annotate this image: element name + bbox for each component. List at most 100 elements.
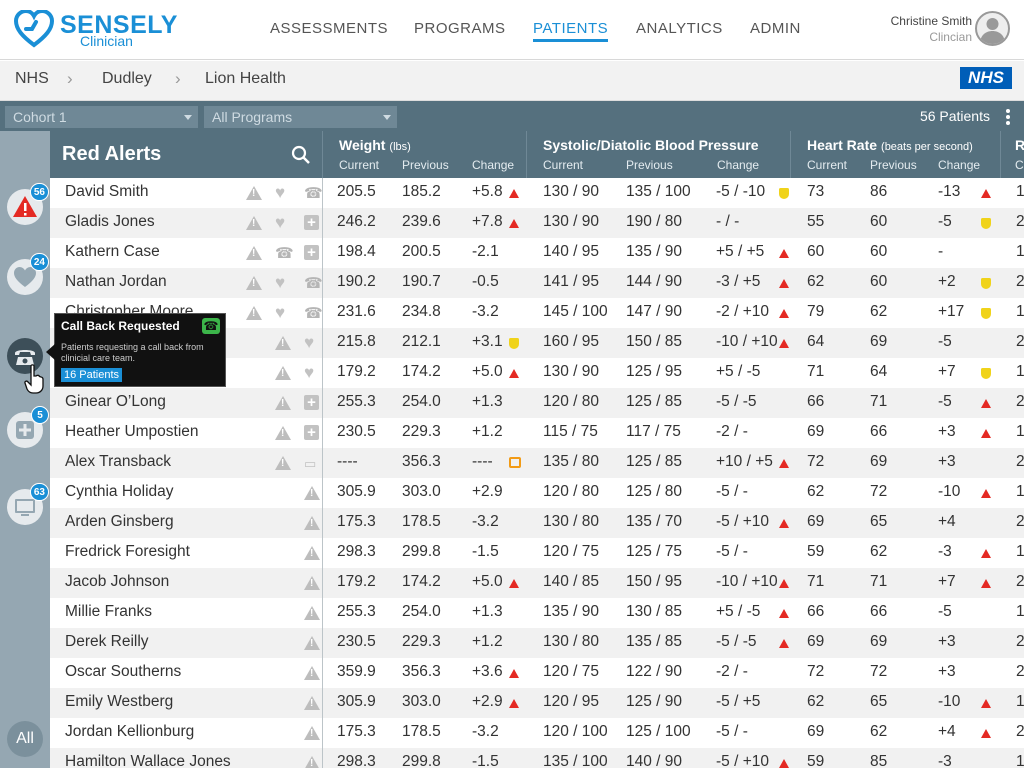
patient-name[interactable]: Heather Umpostien xyxy=(65,423,199,441)
bp-change: +5 / -5 xyxy=(716,363,761,380)
table-row[interactable]: Fredrick Foresight 298.3 299.8 -1.5 120 / 75… xyxy=(50,538,1024,568)
table-row[interactable]: David Smith ♥ ☎ 205.5 185.2 +5.8 130 / 90 135 /… xyxy=(50,178,1024,208)
rail-device-button[interactable]: 63 xyxy=(7,483,49,525)
bp-current: 120 / 95 xyxy=(543,693,600,710)
weight-change: -1.5 xyxy=(472,753,499,768)
table-row[interactable]: Nathan Jordan ♥ ☎ 190.2 190.7 -0.5 141 / 95 144… xyxy=(50,268,1024,298)
table-row[interactable]: Millie Franks 255.3 254.0 +1.3 135 / 90 130 /… xyxy=(50,598,1024,628)
patient-name[interactable]: David Smith xyxy=(65,183,149,201)
weight-previous: 212.1 xyxy=(402,333,441,350)
cohort-select[interactable]: Cohort 1 xyxy=(5,106,198,128)
table-row[interactable]: Kathern Case ☎ +198.4 200.5 -2.1 140 / 95 135 … xyxy=(50,238,1024,268)
nav-assessments[interactable]: ASSESSMENTS xyxy=(270,20,388,37)
weight-current: 198.4 xyxy=(337,243,376,260)
hr-previous: 85 xyxy=(870,753,888,768)
red-alert-icon xyxy=(779,579,789,588)
patient-name[interactable]: Derek Reilly xyxy=(65,633,149,651)
column-divider xyxy=(322,178,323,768)
weight-current-header[interactable]: Current xyxy=(339,158,379,172)
table-row[interactable]: Emily Westberg 305.9 303.0 +2.9 120 / 95 125 … xyxy=(50,688,1024,718)
bp-previous: 125 / 80 xyxy=(626,483,683,500)
bp-change-header[interactable]: Change xyxy=(717,158,759,172)
table-row[interactable]: Oscar Southerns 359.9 356.3 +3.6 120 / 75 122… xyxy=(50,658,1024,688)
patient-name[interactable]: Hamilton Wallace Jones xyxy=(65,753,231,768)
hr-previous-header[interactable]: Previous xyxy=(870,158,917,172)
warning-icon xyxy=(246,275,262,291)
table-row[interactable]: Jordan Kellionburg 175.3 178.5 -3.2 120 / 10… xyxy=(50,718,1024,748)
weight-change: -3.2 xyxy=(472,723,499,740)
table-row[interactable]: Jacob Johnson 179.2 174.2 +5.0 140 / 85 150 /… xyxy=(50,568,1024,598)
bp-current: 120 / 80 xyxy=(543,483,600,500)
bp-current-header[interactable]: Current xyxy=(543,158,583,172)
weight-previous-header[interactable]: Previous xyxy=(402,158,449,172)
bp-current: 130 / 90 xyxy=(543,363,600,380)
sensely-logo[interactable]: SENSELY Clinician xyxy=(14,10,177,50)
patient-name[interactable]: Oscar Southerns xyxy=(65,663,181,681)
hr-change: +3 xyxy=(938,663,956,680)
red-alert-icon xyxy=(779,519,789,528)
user-role: Clincian xyxy=(929,30,972,44)
heart-icon: ♥ xyxy=(304,333,315,352)
weight-current: ---- xyxy=(337,453,358,470)
weight-previous: 356.3 xyxy=(402,663,441,680)
yellow-shield-icon xyxy=(509,338,519,349)
caret-down-icon xyxy=(383,115,391,120)
rail-heart-button[interactable]: 24 xyxy=(7,253,49,295)
nav-admin[interactable]: ADMIN xyxy=(750,20,801,37)
hr-change-header[interactable]: Change xyxy=(938,158,980,172)
r-current-header[interactable]: C xyxy=(1015,158,1024,172)
more-options-icon[interactable] xyxy=(1006,109,1010,125)
search-icon[interactable] xyxy=(291,145,311,165)
avatar[interactable] xyxy=(975,11,1010,46)
breadcrumb-item-lion-health[interactable]: Lion Health xyxy=(205,70,286,88)
hr-current: 64 xyxy=(807,333,825,350)
tooltip-patients-link[interactable]: 16 Patients xyxy=(61,368,123,382)
table-row[interactable]: Hamilton Wallace Jones 298.3 299.8 -1.5 135 … xyxy=(50,748,1024,768)
patient-name[interactable]: Jacob Johnson xyxy=(65,573,169,591)
patient-name[interactable]: Cynthia Holiday xyxy=(65,483,174,501)
breadcrumb-item-nhs[interactable]: NHS xyxy=(15,70,49,88)
bp-previous-header[interactable]: Previous xyxy=(626,158,673,172)
patient-name[interactable]: Emily Westberg xyxy=(65,693,173,711)
table-header: Red Alerts Weight (lbs) Current Previous … xyxy=(50,131,1024,178)
table-row[interactable]: Cynthia Holiday 305.9 303.0 +2.9 120 / 80 125… xyxy=(50,478,1024,508)
weight-change-header[interactable]: Change xyxy=(472,158,514,172)
table-row[interactable]: Heather Umpostien +230.5 229.3 +1.2 115 / 75… xyxy=(50,418,1024,448)
patient-name[interactable]: Jordan Kellionburg xyxy=(65,723,194,741)
patient-name[interactable]: Gladis Jones xyxy=(65,213,155,231)
rail-all-button[interactable]: All xyxy=(7,721,43,757)
heart-rate-unit: (beats per second) xyxy=(881,141,973,153)
rail-alerts-button[interactable]: 56 xyxy=(7,183,49,225)
weight-change: -2.1 xyxy=(472,243,499,260)
table-row[interactable]: Ginear O’Long +255.3 254.0 +1.3 120 / 80 125 … xyxy=(50,388,1024,418)
user-info[interactable]: Christine Smith Clincian xyxy=(891,14,972,44)
table-row[interactable]: Derek Reilly 230.5 229.3 +1.2 130 / 80 135 / … xyxy=(50,628,1024,658)
callback-tooltip: Call Back Requested ☎ Patients requestin… xyxy=(46,313,226,387)
hr-current-header[interactable]: Current xyxy=(807,158,847,172)
patient-name[interactable]: Ginear O’Long xyxy=(65,393,166,411)
weight-current: 298.3 xyxy=(337,753,376,768)
bp-previous: 130 / 85 xyxy=(626,603,683,620)
bp-current: 140 / 95 xyxy=(543,243,600,260)
table-row[interactable]: Alex Transback ▭ ---- 356.3 ---- 135 / 80 125 … xyxy=(50,448,1024,478)
patient-name[interactable]: Kathern Case xyxy=(65,243,160,261)
table-row[interactable]: Arden Ginsberg 175.3 178.5 -3.2 130 / 80 135 … xyxy=(50,508,1024,538)
nav-patients[interactable]: PATIENTS xyxy=(533,20,609,42)
blood-pressure-column-group: Systolic/Diatolic Blood Pressure Current… xyxy=(526,131,790,178)
bp-change: -10 / +10 xyxy=(716,573,778,590)
patient-name[interactable]: Alex Transback xyxy=(65,453,171,471)
table-row[interactable]: Gladis Jones ♥ +246.2 239.6 +7.8 130 / 90 190 … xyxy=(50,208,1024,238)
patient-name[interactable]: Fredrick Foresight xyxy=(65,543,190,561)
hr-change: +4 xyxy=(938,723,956,740)
hr-current: 55 xyxy=(807,213,825,230)
rail-medical-button[interactable]: 5 xyxy=(7,406,49,448)
nav-analytics[interactable]: ANALYTICS xyxy=(636,20,723,37)
patient-name[interactable]: Arden Ginsberg xyxy=(65,513,174,531)
patient-name[interactable]: Nathan Jordan xyxy=(65,273,167,291)
program-select[interactable]: All Programs xyxy=(204,106,397,128)
nav-programs[interactable]: PROGRAMS xyxy=(414,20,506,37)
patient-name[interactable]: Millie Franks xyxy=(65,603,152,621)
breadcrumb-item-dudley[interactable]: Dudley xyxy=(102,70,152,88)
r-current: 2 xyxy=(1016,663,1024,680)
weight-current: 246.2 xyxy=(337,213,376,230)
